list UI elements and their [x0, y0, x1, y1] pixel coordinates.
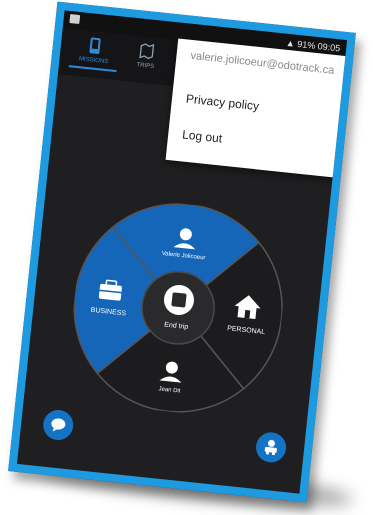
chat-button[interactable] [41, 408, 75, 442]
car-location-icon [264, 439, 277, 456]
speech-bubble-icon [51, 418, 66, 432]
tab-missions[interactable]: MISSIONS [65, 35, 123, 67]
tab-trips-label: TRIPS [136, 62, 155, 71]
menu-item-privacy-policy[interactable]: Privacy policy [185, 92, 259, 114]
trip-category-wheel: End trip Valerie Jolicoeur BUSINESS PERS… [73, 203, 283, 413]
overflow-menu: valerie.jolicoeur@odotrack.ca Privacy po… [165, 38, 350, 178]
gallery-notification-icon [69, 14, 81, 25]
tab-trips[interactable]: TRIPS [117, 40, 175, 72]
account-email: valerie.jolicoeur@odotrack.ca [189, 49, 335, 77]
phone-screen: ▲ 91% 09:05 MISSIONS TRIPS End trip Vale… [8, 1, 356, 503]
menu-item-log-out[interactable]: Log out [182, 127, 223, 145]
tab-missions-label: MISSIONS [78, 56, 109, 66]
phone-icon [89, 37, 101, 55]
signal-icon: ▲ [285, 37, 296, 49]
map-icon [139, 43, 155, 60]
vehicle-location-button[interactable] [254, 430, 288, 464]
